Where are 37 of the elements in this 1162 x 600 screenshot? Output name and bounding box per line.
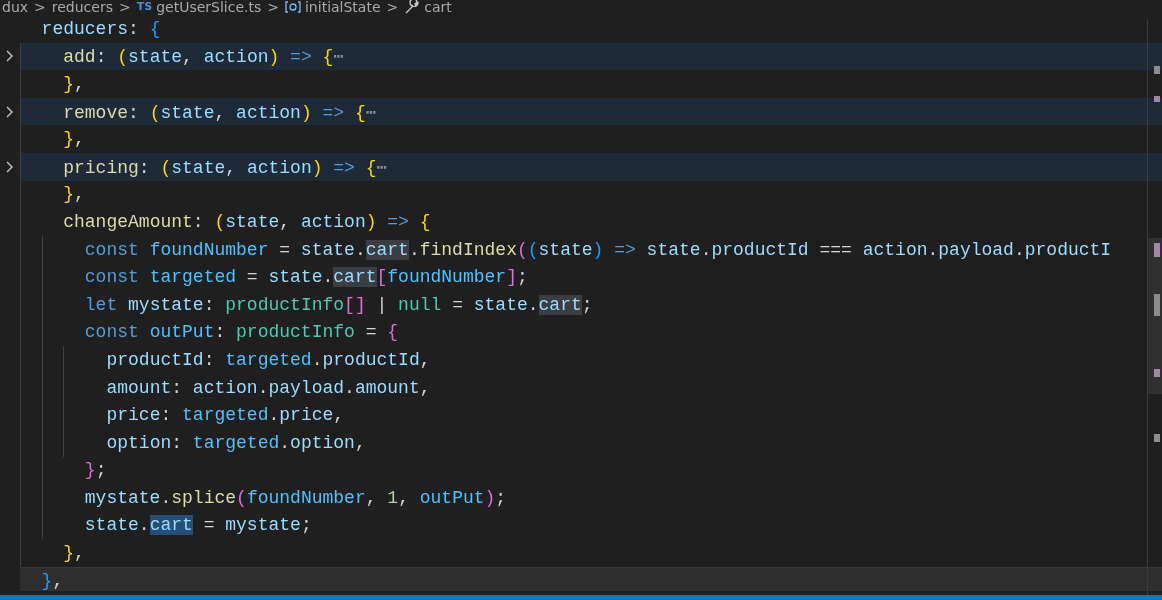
chevron-icon[interactable] bbox=[5, 49, 15, 64]
breadcrumb-separator: > bbox=[34, 0, 46, 15]
code-line: }, bbox=[41, 570, 64, 591]
breadcrumb-item[interactable]: dux bbox=[2, 0, 29, 15]
breadcrumb-item[interactable]: reducers bbox=[51, 0, 113, 15]
code-line: mystate.splice(foundNumber, 1, outPut); bbox=[84, 487, 507, 508]
code-line: state.cart = mystate; bbox=[84, 515, 312, 536]
code-line: remove: (state, action) => {⋯ bbox=[63, 101, 377, 123]
code-line: }, bbox=[63, 543, 85, 564]
code-line: productId: targeted.productId, bbox=[106, 349, 431, 370]
code-line: const foundNumber = state.cart.findIndex((state) => state.productId === action.payload.productI bbox=[84, 239, 1112, 260]
code-line: option: targeted.option, bbox=[106, 432, 366, 453]
breadcrumb-separator: > bbox=[386, 0, 399, 15]
breadcrumb-separator: > bbox=[118, 0, 131, 15]
code-line: }; bbox=[84, 460, 107, 481]
code-line: let mystate: productInfo[] | null = state.cart; bbox=[84, 294, 593, 315]
code-line: const outPut: productInfo = { bbox=[84, 322, 399, 343]
wrench-icon bbox=[404, 0, 421, 14]
code-line: changeAmount: (state, action) => { bbox=[63, 211, 431, 232]
code-line: const targeted = state.cart[foundNumber]; bbox=[84, 267, 528, 288]
breadcrumb-item[interactable]: cart bbox=[424, 0, 452, 15]
code-line: amount: action.payload.amount, bbox=[106, 377, 431, 398]
breadcrumb-item[interactable]: initialState bbox=[305, 0, 381, 15]
breadcrumb-separator: > bbox=[267, 0, 279, 15]
code-line: reducers: { bbox=[41, 18, 161, 39]
breadcrumb-item[interactable]: getUserSlice.ts bbox=[156, 0, 262, 15]
code-line: price: targeted.price, bbox=[106, 405, 345, 426]
variable-icon bbox=[285, 0, 301, 14]
typescript-file-icon: TS bbox=[136, 0, 153, 15]
code-line: }, bbox=[63, 184, 85, 205]
code-line: }, bbox=[63, 129, 85, 150]
code-line: pricing: (state, action) => {⋯ bbox=[63, 156, 388, 178]
code-line: }, bbox=[63, 74, 85, 94]
chevron-icon[interactable] bbox=[5, 159, 15, 174]
chevron-icon[interactable] bbox=[5, 104, 15, 119]
vertical-scrollbar[interactable] bbox=[1147, 19, 1162, 595]
code-line: add: (state, action) => {⋯ bbox=[63, 46, 345, 68]
